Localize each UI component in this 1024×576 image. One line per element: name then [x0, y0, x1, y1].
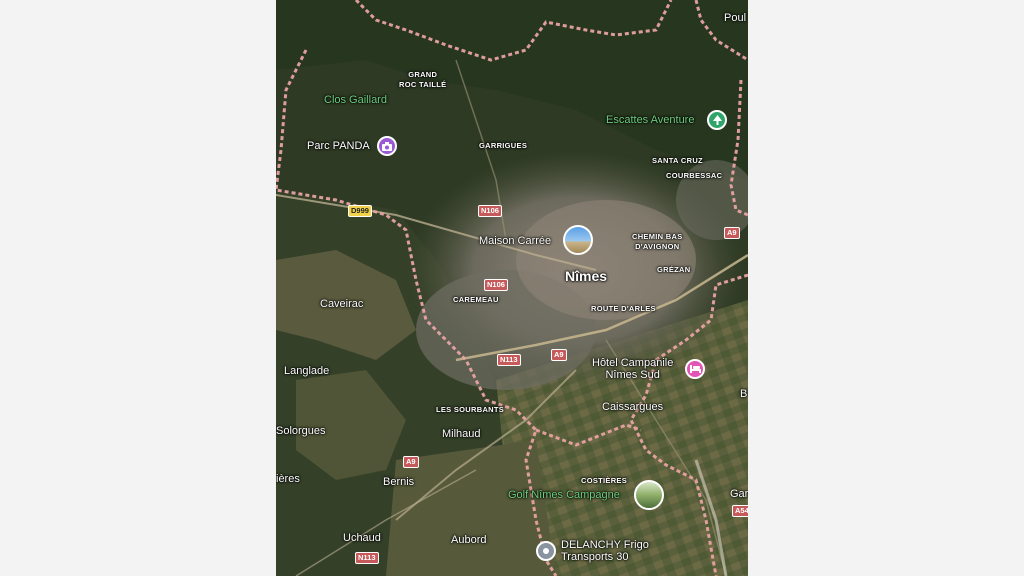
- place-label-chemin-bas-d-avignon: CHEMIN BAS D'AVIGNON: [632, 232, 683, 251]
- tree-icon[interactable]: [707, 110, 727, 130]
- place-label-gar-edge[interactable]: Gar: [730, 488, 748, 500]
- place-label-b-edge[interactable]: B: [740, 388, 747, 400]
- place-label-langlade[interactable]: Langlade: [284, 365, 329, 377]
- road-shield-n113: N113: [355, 552, 379, 564]
- place-label-milhaud[interactable]: Milhaud: [442, 428, 481, 440]
- road-shield-a9: A9: [724, 227, 740, 239]
- place-label-delanchy-frigo[interactable]: DELANCHY Frigo Transports 30: [561, 539, 649, 563]
- place-label-courbessac: COURBESSAC: [666, 171, 723, 180]
- golf-photo-pin[interactable]: [634, 480, 664, 510]
- place-label-grezan: GRÉZAN: [657, 265, 691, 274]
- road-shield-n113: N113: [497, 354, 521, 366]
- road-shield-a54: A54: [732, 505, 748, 517]
- place-label-uchaud[interactable]: Uchaud: [343, 532, 381, 544]
- place-label-aubord[interactable]: Aubord: [451, 534, 486, 546]
- place-label-santa-cruz: SANTA CRUZ: [652, 156, 703, 165]
- satellite-map[interactable]: D999 N106 N106 A9 A9 A9 N113 N113 A54 GR…: [276, 0, 748, 576]
- place-label-clos-gaillard[interactable]: Clos Gaillard: [324, 94, 387, 106]
- place-label-maison-carree[interactable]: Maison Carrée: [479, 235, 551, 247]
- camera-icon[interactable]: [377, 136, 397, 156]
- place-label-solorgues[interactable]: Solorgues: [276, 425, 326, 437]
- place-label-bernis[interactable]: Bernis: [383, 476, 414, 488]
- road-shield-n106: N106: [478, 205, 502, 217]
- place-label-grand-roc-taille: GRAND ROC TAILLÉ: [399, 70, 447, 89]
- place-label-caremeau: CAREMEAU: [453, 295, 499, 304]
- road-shield-d999: D999: [348, 205, 372, 217]
- place-label-poul[interactable]: Poul: [724, 12, 746, 24]
- road-shield-n106: N106: [484, 279, 508, 291]
- place-label-costieres: COSTIÈRES: [581, 476, 628, 485]
- place-label-caveirac[interactable]: Caveirac: [320, 298, 363, 310]
- road-shield-a9: A9: [403, 456, 419, 468]
- bed-icon[interactable]: [685, 359, 705, 379]
- road-shield-a9: A9: [551, 349, 567, 361]
- location-dot-icon[interactable]: [536, 541, 556, 561]
- place-label-parc-panda[interactable]: Parc PANDA: [307, 140, 370, 152]
- place-label-route-d-arles: ROUTE D'ARLES: [591, 304, 656, 313]
- place-label-golf-nimes-campagne[interactable]: Golf Nîmes Campagne: [508, 489, 620, 501]
- place-label-les-sourbants: LES SOURBANTS: [436, 405, 505, 414]
- city-label-nimes[interactable]: Nîmes: [565, 268, 607, 284]
- place-label-garrigues: GARRIGUES: [479, 141, 528, 150]
- place-label-ieres[interactable]: ières: [276, 473, 300, 485]
- maison-carree-photo-pin[interactable]: [563, 225, 593, 255]
- place-label-hotel-campanile[interactable]: Hôtel Campanile Nîmes Sud: [592, 357, 673, 381]
- place-label-caissargues[interactable]: Caissargues: [602, 401, 663, 413]
- place-label-escattes-aventure[interactable]: Escattes Aventure: [606, 114, 694, 126]
